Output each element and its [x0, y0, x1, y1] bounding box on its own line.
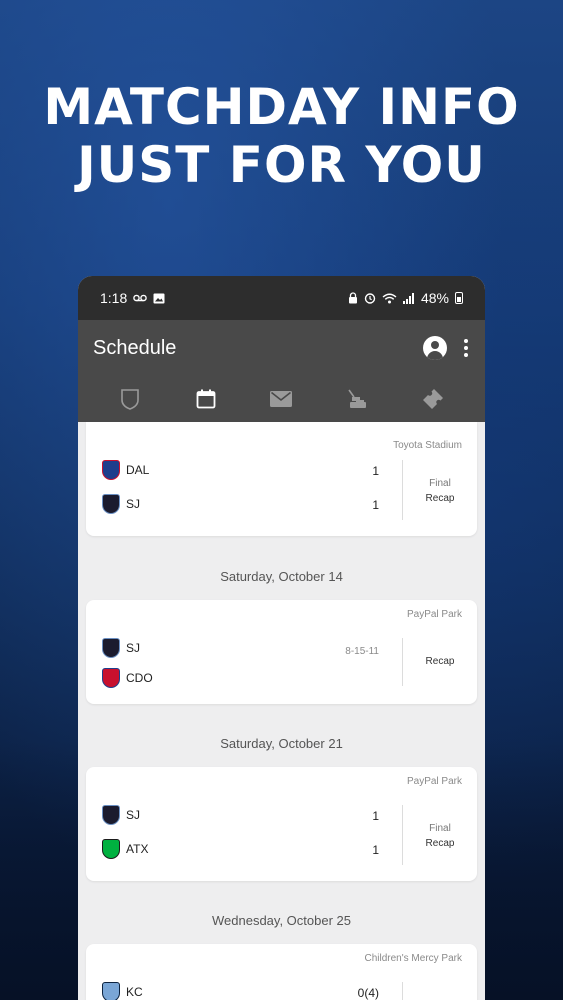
mail-icon — [270, 391, 293, 407]
lock-icon — [348, 292, 357, 304]
team-abbr: SJ — [126, 641, 141, 655]
food-icon — [348, 389, 367, 408]
tab-schedule[interactable] — [184, 381, 228, 417]
promo-headline: MATCHDAY INFO JUST FOR YOU — [0, 78, 563, 194]
recap-link[interactable]: Recap — [403, 493, 477, 504]
match-venue: PayPal Park — [406, 776, 462, 787]
dal-crest-icon — [102, 460, 120, 480]
tab-inbox[interactable] — [259, 381, 303, 417]
shield-icon — [121, 389, 139, 410]
team-abbr: SJ — [126, 497, 141, 511]
date-header: Wednesday, October 25 — [212, 913, 351, 928]
team-abbr: ATX — [126, 842, 149, 856]
alarm-icon — [364, 293, 376, 304]
signal-icon — [402, 292, 414, 304]
team-score: 1 — [372, 464, 379, 478]
match-status: Recap — [403, 656, 477, 667]
app-bar: Schedule — [78, 320, 485, 422]
team-away: ATX — [102, 839, 148, 859]
image-icon — [153, 293, 165, 303]
sj-crest-icon — [102, 494, 120, 514]
team-home: KC — [102, 982, 143, 1000]
battery-icon — [455, 292, 463, 304]
sj-crest-icon — [102, 638, 120, 658]
match-venue: Toyota Stadium — [393, 440, 462, 451]
tab-bar — [78, 376, 485, 422]
headline-line-1: MATCHDAY INFO — [43, 78, 520, 136]
atx-crest-icon — [102, 839, 120, 859]
team-home: SJ — [102, 638, 140, 658]
kc-crest-icon — [102, 982, 120, 1000]
headline-line-2: JUST FOR YOU — [77, 136, 486, 194]
match-status: Final Recap — [403, 478, 477, 504]
page-title: Schedule — [93, 336, 177, 359]
match-status: Final Recap — [403, 823, 477, 849]
ticket-icon — [423, 389, 444, 409]
match-final-label: Final — [429, 478, 451, 489]
match-venue: Children's Mercy Park — [364, 953, 463, 964]
team-score: 0(4) — [357, 986, 379, 1000]
tab-club[interactable] — [108, 381, 152, 417]
team-away: SJ — [102, 494, 140, 514]
team-away: CDO — [102, 668, 153, 688]
match-card[interactable]: PayPal Park SJ 8-15-11 CDO Recap — [86, 600, 477, 704]
card-divider — [402, 982, 403, 1000]
team-home: DAL — [102, 460, 149, 480]
team-home: SJ — [102, 805, 140, 825]
team-score: 1 — [372, 843, 379, 857]
calendar-icon — [196, 389, 216, 409]
team-abbr: KC — [126, 985, 143, 999]
wifi-icon — [382, 293, 397, 303]
series-record: 8-15-11 — [345, 646, 379, 657]
date-header: Saturday, October 14 — [220, 569, 343, 584]
phone-screen: 1:18 48% Schedule Toyota Stadium DAL 1 S… — [78, 276, 485, 1000]
team-score: 1 — [372, 809, 379, 823]
match-card[interactable]: Toyota Stadium DAL 1 SJ 1 Final Recap — [86, 422, 477, 536]
team-abbr: SJ — [126, 808, 141, 822]
team-score: 1 — [372, 498, 379, 512]
tab-concessions[interactable] — [335, 381, 379, 417]
recap-link[interactable]: Recap — [403, 838, 477, 849]
account-icon[interactable] — [423, 336, 447, 360]
status-bar: 1:18 48% — [78, 276, 485, 320]
recap-link[interactable]: Recap — [403, 656, 477, 667]
more-options-icon[interactable] — [463, 339, 469, 357]
match-final-label: Final — [429, 823, 451, 834]
team-abbr: CDO — [126, 671, 153, 685]
status-time: 1:18 — [100, 290, 128, 306]
team-abbr: DAL — [126, 463, 150, 477]
battery-percent: 48% — [420, 290, 449, 306]
match-card[interactable]: Children's Mercy Park KC 0(4) — [86, 944, 477, 1000]
sj-crest-icon — [102, 805, 120, 825]
voicemail-icon — [133, 294, 148, 302]
match-venue: PayPal Park — [406, 609, 462, 620]
match-card[interactable]: PayPal Park SJ 1 ATX 1 Final Recap — [86, 767, 477, 881]
tab-tickets[interactable] — [411, 381, 455, 417]
cdo-crest-icon — [102, 668, 120, 688]
schedule-list: Toyota Stadium DAL 1 SJ 1 Final Recap Sa… — [78, 422, 485, 1000]
date-header: Saturday, October 21 — [220, 736, 343, 751]
